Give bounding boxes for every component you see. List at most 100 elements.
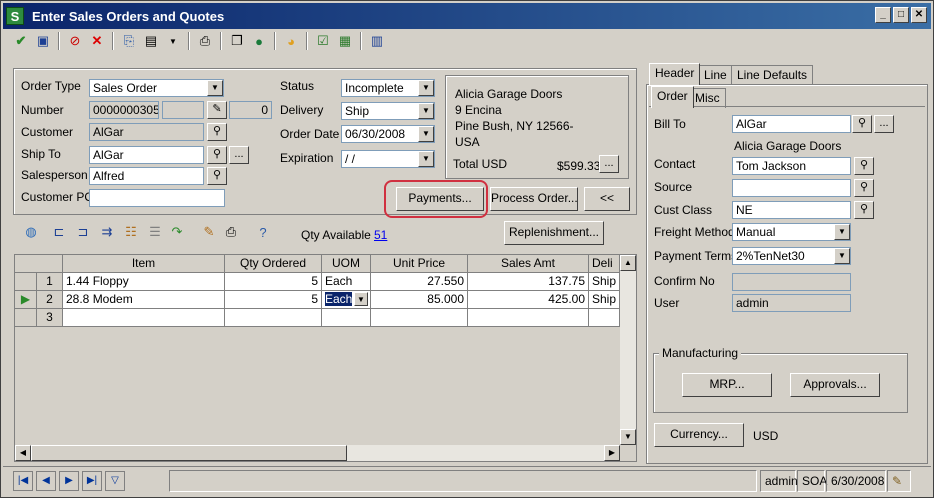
order-number-ext-field[interactable] <box>162 101 204 119</box>
col-uom[interactable]: UOM <box>322 255 371 273</box>
ship-to-field[interactable]: AlGar <box>89 146 204 164</box>
pencil-icon[interactable]: ✎ <box>207 101 227 119</box>
mrp-button[interactable]: MRP... <box>682 373 772 397</box>
total-ellipsis-button[interactable]: ... <box>599 155 619 173</box>
minimize-button[interactable]: _ <box>875 7 891 23</box>
search-icon[interactable]: ⚲ <box>854 201 874 219</box>
replenishment-button[interactable]: Replenishment... <box>504 221 604 245</box>
contact-field[interactable]: Tom Jackson <box>732 157 851 175</box>
filter-icon[interactable]: ▽ <box>105 471 125 491</box>
salesperson-field[interactable]: Alfred <box>89 167 204 185</box>
search-icon[interactable]: ⚲ <box>207 167 227 185</box>
close-window-button[interactable]: ✕ <box>911 7 927 23</box>
first-record-icon[interactable]: |◀ <box>13 471 33 491</box>
currency-button[interactable]: Currency... <box>654 423 744 447</box>
scroll-left-icon[interactable]: ◀ <box>15 445 31 461</box>
qty-available-link[interactable]: 51 <box>374 228 387 242</box>
search-icon[interactable]: ⚲ <box>854 157 874 175</box>
print-lines-icon[interactable]: ⎙ <box>221 222 241 242</box>
source-field[interactable] <box>732 179 851 197</box>
payment-terms-select[interactable]: 2%TenNet30 ▼ <box>732 247 851 265</box>
vertical-scrollbar[interactable]: ▲ ▼ <box>620 255 636 445</box>
color-wheel-icon[interactable]: ◕ <box>281 31 301 51</box>
scroll-down-icon[interactable]: ▼ <box>620 429 636 445</box>
col-unit-price[interactable]: Unit Price <box>371 255 468 273</box>
question-icon[interactable]: ? <box>253 222 273 242</box>
notes-icon[interactable]: ✎ <box>199 222 219 242</box>
redo-arrow-icon[interactable]: ↷ <box>167 222 187 242</box>
tab-line[interactable]: Line <box>698 65 733 85</box>
chevron-down-icon[interactable]: ▼ <box>418 103 434 119</box>
bill-to-ellipsis-button[interactable]: ... <box>874 115 894 133</box>
indent-icon[interactable]: ☰ <box>145 222 165 242</box>
help-icon[interactable]: ● <box>249 31 269 51</box>
cust-class-field[interactable]: NE <box>732 201 851 219</box>
cancel-icon[interactable]: ⊘ <box>65 31 85 51</box>
globe-icon[interactable]: ◍ <box>21 222 41 242</box>
search-icon[interactable]: ⚲ <box>207 146 227 164</box>
horizontal-scrollbar[interactable]: ◀ ▶ <box>15 445 620 461</box>
delivery-select[interactable]: Ship ▼ <box>341 102 435 120</box>
col-qty-ordered[interactable]: Qty Ordered <box>225 255 322 273</box>
calendar-dropdown-icon[interactable]: ▼ <box>418 151 434 167</box>
insert-line-icon[interactable]: ⊏ <box>49 222 69 242</box>
next-record-icon[interactable]: ▶ <box>59 471 79 491</box>
delete-icon[interactable]: ✕ <box>87 31 107 51</box>
accept-icon[interactable]: ✔ <box>11 31 31 51</box>
notepad-icon[interactable]: ✎ <box>887 470 911 492</box>
number-suffix-field[interactable]: 0 <box>229 101 272 119</box>
previous-record-icon[interactable]: ◀ <box>36 471 56 491</box>
chevron-down-icon[interactable]: ▼ <box>834 248 850 264</box>
order-type-select[interactable]: Sales Order ▼ <box>89 79 224 97</box>
calendar-icon[interactable]: ▥ <box>367 31 387 51</box>
order-number-field[interactable]: 0000000305 <box>89 101 159 119</box>
expiration-field[interactable]: / / ▼ <box>341 150 435 168</box>
calendar-dropdown-icon[interactable]: ▼ <box>418 126 434 142</box>
collapse-button[interactable]: << <box>584 187 630 211</box>
col-item[interactable]: Item <box>63 255 225 273</box>
dropdown-arrow-icon[interactable]: ▼ <box>163 31 183 51</box>
maximize-button[interactable]: □ <box>893 7 909 23</box>
table-row[interactable]: 3 <box>15 309 620 327</box>
subtab-misc[interactable]: Misc <box>689 88 726 108</box>
search-icon[interactable]: ⚲ <box>852 115 872 133</box>
memo-icon[interactable]: ▤ <box>141 31 161 51</box>
save-icon[interactable]: ▣ <box>33 31 53 51</box>
search-icon[interactable]: ⚲ <box>854 179 874 197</box>
payments-button[interactable]: Payments... <box>396 187 484 211</box>
tab-line-defaults[interactable]: Line Defaults <box>731 65 814 85</box>
checklist-icon[interactable]: ☑ <box>313 31 333 51</box>
ship-to-ellipsis-button[interactable]: ... <box>229 146 249 164</box>
scroll-up-icon[interactable]: ▲ <box>620 255 636 271</box>
chevron-down-icon[interactable]: ▼ <box>207 80 223 96</box>
copy-document-icon[interactable]: ⎘ <box>119 31 139 51</box>
search-icon[interactable]: ⚲ <box>207 123 227 141</box>
copy-icon[interactable]: ❐ <box>227 31 247 51</box>
chevron-down-icon[interactable]: ▼ <box>354 292 368 306</box>
tab-header[interactable]: Header <box>649 63 701 85</box>
confirm-no-field[interactable] <box>732 273 851 291</box>
customer-po-field[interactable] <box>89 189 225 207</box>
subtab-order[interactable]: Order <box>651 86 694 108</box>
freight-method-select[interactable]: Manual ▼ <box>732 223 851 241</box>
uom-select[interactable]: Each ▼ <box>322 291 371 309</box>
process-order-button[interactable]: Process Order... <box>490 187 578 211</box>
order-date-field[interactable]: 06/30/2008 ▼ <box>341 125 435 143</box>
chevron-down-icon[interactable]: ▼ <box>834 224 850 240</box>
delete-line-icon[interactable]: ⊐ <box>73 222 93 242</box>
last-record-icon[interactable]: ▶| <box>82 471 102 491</box>
print-icon[interactable]: ⎙ <box>195 31 215 51</box>
bill-to-field[interactable]: AlGar <box>732 115 851 133</box>
spreadsheet-icon[interactable]: ▦ <box>335 31 355 51</box>
table-row[interactable]: 1 1.44 Floppy 5 Each 27.550 137.75 Ship <box>15 273 620 291</box>
move-line-icon[interactable]: ⇉ <box>97 222 117 242</box>
col-sales-amt[interactable]: Sales Amt <box>468 255 589 273</box>
status-select[interactable]: Incomplete ▼ <box>341 79 435 97</box>
chevron-down-icon[interactable]: ▼ <box>418 80 434 96</box>
approvals-button[interactable]: Approvals... <box>790 373 880 397</box>
scroll-right-icon[interactable]: ▶ <box>604 445 620 461</box>
table-row[interactable]: ▶ 2 28.8 Modem 5 Each ▼ 85.000 425.00 Shi… <box>15 291 620 309</box>
scroll-thumb[interactable] <box>31 445 347 461</box>
sort-lines-icon[interactable]: ☷ <box>121 222 141 242</box>
customer-field[interactable]: AlGar <box>89 123 204 141</box>
